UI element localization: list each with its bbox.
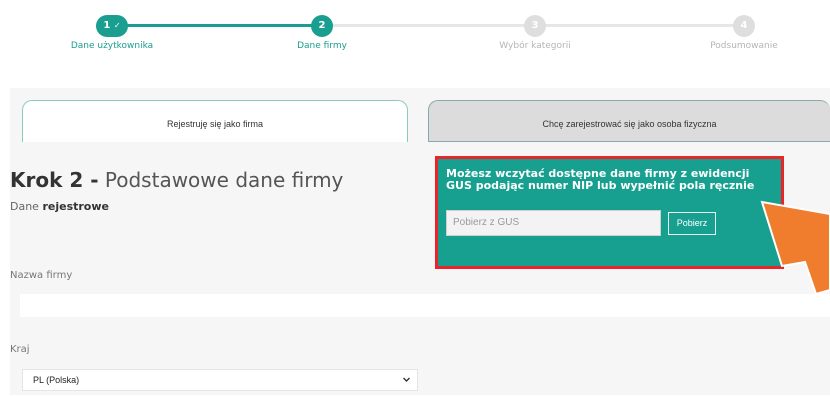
annotation-arrow-icon	[760, 200, 830, 296]
